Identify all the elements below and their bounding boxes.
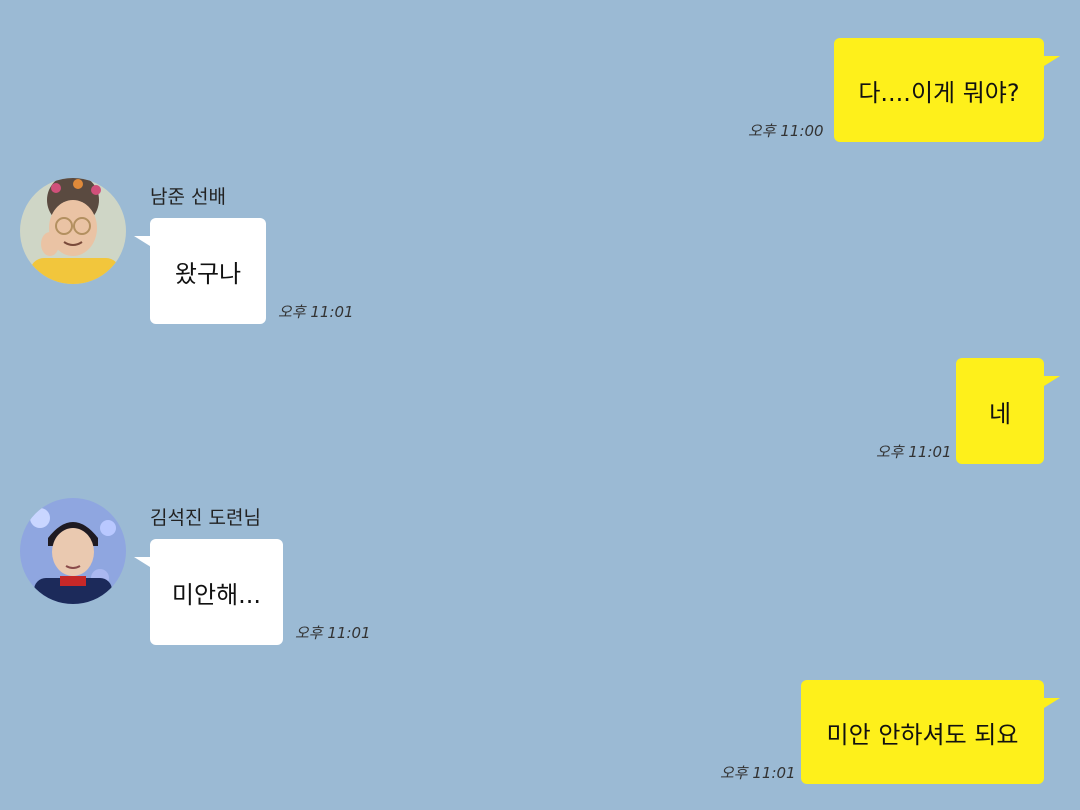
message-time: 오후 11:01 bbox=[720, 764, 796, 782]
sender-name: 김석진 도련님 bbox=[150, 507, 261, 529]
bubble-tail bbox=[134, 236, 150, 246]
message-text: 미안해... bbox=[171, 580, 262, 609]
message-text: 미안 안하셔도 되요 bbox=[826, 720, 1019, 749]
bubble-tail bbox=[1044, 698, 1060, 708]
message-time: 오후 11:01 bbox=[295, 624, 371, 642]
message-time: 오후 11:01 bbox=[876, 443, 952, 461]
sender-name: 남준 선배 bbox=[150, 186, 226, 208]
sender-avatar[interactable] bbox=[20, 498, 126, 604]
message-time: 오후 11:01 bbox=[278, 303, 354, 321]
message-text: 왔구나 bbox=[174, 259, 242, 288]
person-avatar-icon bbox=[20, 178, 126, 284]
message-bubble-mine[interactable]: 다....이게 뭐야? bbox=[834, 38, 1044, 142]
bubble-tail bbox=[1044, 56, 1060, 66]
bubble-tail bbox=[1044, 376, 1060, 386]
sender-avatar[interactable] bbox=[20, 178, 126, 284]
message-time: 오후 11:00 bbox=[748, 122, 824, 140]
message-bubble-theirs[interactable]: 왔구나 bbox=[150, 218, 266, 324]
message-bubble-mine[interactable]: 네 bbox=[956, 358, 1044, 464]
bubble-tail bbox=[134, 557, 150, 567]
message-bubble-theirs[interactable]: 미안해... bbox=[150, 539, 283, 645]
message-text: 다....이게 뭐야? bbox=[858, 78, 1020, 107]
message-text: 네 bbox=[988, 399, 1012, 428]
message-bubble-mine[interactable]: 미안 안하셔도 되요 bbox=[801, 680, 1044, 784]
person-avatar-icon bbox=[20, 498, 126, 604]
